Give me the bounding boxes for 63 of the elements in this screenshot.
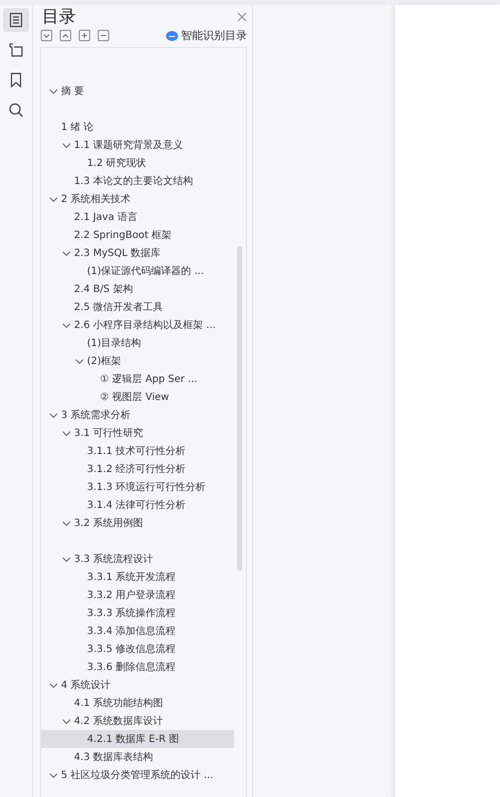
chevron-up-icon[interactable] xyxy=(59,29,72,42)
chevron-icon[interactable] xyxy=(62,554,71,564)
toc-item[interactable]: 3.3.2 用户登录流程 xyxy=(41,586,234,604)
chevron-icon[interactable] xyxy=(62,518,71,528)
chevron-icon[interactable] xyxy=(62,248,71,258)
toc-item[interactable]: 2 系统相关技术 xyxy=(41,190,234,208)
toc-item[interactable]: 3 系统需求分析 xyxy=(41,406,234,424)
toc-item[interactable]: 3.3.3 系统操作流程 xyxy=(41,604,234,622)
toc-item[interactable]: ① 逻辑层 App Ser ... xyxy=(41,370,234,388)
toc-item[interactable]: 2.6 小程序目录结构以及框架 ... xyxy=(41,316,234,334)
toc-item[interactable]: (1)保证源代码编译器的 ... xyxy=(41,262,234,280)
toc-item[interactable]: ② 视图层 View xyxy=(41,388,234,406)
toc-item[interactable]: 3.1.4 法律可行性分析 xyxy=(41,496,234,514)
document-icon xyxy=(8,12,24,28)
chevron-icon[interactable] xyxy=(75,356,84,366)
chevron-icon[interactable] xyxy=(49,410,58,420)
smart-toc-button[interactable]: 智能识别目录 xyxy=(166,28,247,43)
toc-item[interactable]: 1.1 课题研究背景及意义 xyxy=(41,136,234,154)
toc-item[interactable]: 3.1.1 技术可行性分析 xyxy=(41,442,234,460)
toc-item[interactable]: 1.3 本论文的主要论文结构 xyxy=(41,172,234,190)
sidebar-button[interactable] xyxy=(3,8,29,32)
minus-icon[interactable] xyxy=(97,29,110,42)
scrollbar[interactable] xyxy=(237,246,242,571)
toc-item[interactable]: (1)目录结构 xyxy=(41,334,234,352)
toc-item[interactable]: 3.3.6 删除信息流程 xyxy=(41,658,234,676)
toc-item[interactable]: (2)框架 xyxy=(41,352,234,370)
toc-item[interactable]: 3.3 系统流程设计 xyxy=(41,550,234,568)
toc-item[interactable]: 2.4 B/S 架构 xyxy=(41,280,234,298)
toc-item[interactable]: 3.1 可行性研究 xyxy=(41,424,234,442)
toc-item[interactable]: 4.3 数据库表结构 xyxy=(41,748,234,766)
chevron-icon[interactable] xyxy=(62,428,71,438)
bookmark-icon xyxy=(8,72,24,88)
toc-item[interactable]: 2.5 微信开发者工具 xyxy=(41,298,234,316)
chevron-icon[interactable] xyxy=(49,194,58,204)
toc-item[interactable]: 3.3.4 添加信息流程 xyxy=(41,622,234,640)
toc-item[interactable]: 摘 要 xyxy=(41,82,234,100)
toc-item[interactable]: 1 绪 论 xyxy=(41,118,234,136)
toc-item[interactable]: 3.3.5 修改信息流程 xyxy=(41,640,234,658)
plus-icon[interactable] xyxy=(78,29,91,42)
toc-item[interactable]: 2.2 SpringBoot 框架 xyxy=(41,226,234,244)
panel-title: 目录 xyxy=(42,6,76,28)
chevron-down-icon[interactable] xyxy=(40,29,53,42)
chevron-icon[interactable] xyxy=(49,680,58,690)
toc-item[interactable]: 2.3 MySQL 数据库 xyxy=(41,244,234,262)
search-icon xyxy=(8,102,24,118)
toc-item[interactable]: 4.2 系统数据库设计 xyxy=(41,712,234,730)
toc-item[interactable]: 1.2 研究现状 xyxy=(41,154,234,172)
chevron-icon[interactable] xyxy=(62,716,71,726)
toc-item[interactable]: 3.1.3 环境运行可行性分析 xyxy=(41,478,234,496)
close-icon[interactable] xyxy=(237,12,247,22)
outline-icon xyxy=(8,42,24,58)
toc-item[interactable]: 5 社区垃圾分类管理系统的设计 ... xyxy=(41,766,234,784)
toc-item[interactable]: 3.2 系统用例图 xyxy=(41,514,234,532)
toc-item[interactable]: 3.1.2 经济可行性分析 xyxy=(41,460,234,478)
chevron-icon[interactable] xyxy=(62,320,71,330)
chevron-icon[interactable] xyxy=(62,140,71,150)
chevron-icon[interactable] xyxy=(49,86,58,96)
toc-item[interactable]: 3.3.1 系统开发流程 xyxy=(41,568,234,586)
toc-item[interactable]: 4.1 系统功能结构图 xyxy=(41,694,234,712)
toc-item[interactable]: 4 系统设计 xyxy=(41,676,234,694)
toc-item[interactable]: 4.2.1 数据库 E-R 图 xyxy=(41,730,234,748)
chevron-icon[interactable] xyxy=(49,770,58,780)
toc-item[interactable]: 2.1 Java 语言 xyxy=(41,208,234,226)
